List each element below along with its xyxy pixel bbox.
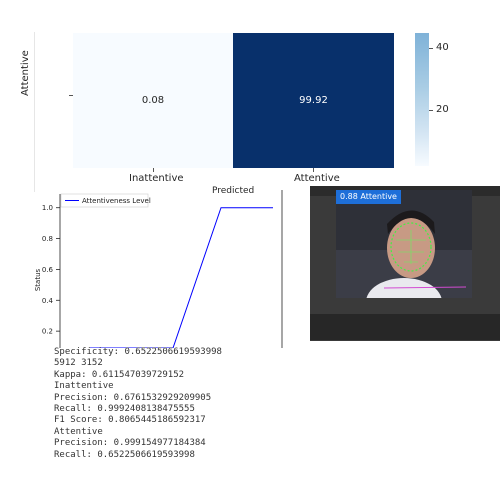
heatmap-cell-inattentive: 0.08 bbox=[73, 33, 233, 168]
heatmap-cell-attentive: 99.92 bbox=[233, 33, 394, 168]
heatmap-y-label: Attentive bbox=[20, 50, 31, 96]
heatmap-x-label-inattentive: Inattentive bbox=[129, 173, 184, 184]
metric-line: 5912 3152 bbox=[54, 358, 103, 369]
colorbar-label-20: 20 bbox=[436, 104, 449, 115]
metric-line: Precision: 0.6761532929209905 bbox=[54, 392, 212, 403]
legend: Attentiveness Level bbox=[60, 193, 151, 208]
y-axis-label: Status bbox=[34, 268, 42, 291]
face-mesh-image bbox=[336, 190, 472, 298]
colorbar-tick bbox=[429, 110, 433, 111]
metric-line: Kappa: 0.611547039729152 bbox=[54, 369, 185, 380]
webcam-frame bbox=[336, 190, 472, 298]
attentiveness-line-chart: 1.0 0.8 0.6 0.4 0.2 Status Attentiveness Lev… bbox=[34, 190, 283, 348]
colorbar-label-40: 40 bbox=[436, 42, 449, 53]
heatmap-colorbar bbox=[415, 33, 429, 166]
heatmap-x-tick bbox=[313, 168, 314, 172]
legend-label: Attentiveness Level bbox=[82, 197, 151, 205]
metric-line: Specificity: 0.6522506619593998 bbox=[54, 347, 222, 357]
series-line-attentiveness bbox=[90, 207, 273, 348]
metric-line: Precision: 0.999154977184384 bbox=[54, 438, 206, 449]
metric-line: F1 Score: 0.8065445186592317 bbox=[54, 415, 206, 426]
metric-line: Recall: 0.9992408138475555 bbox=[54, 404, 195, 415]
webcam-bottom-bar bbox=[310, 314, 500, 340]
heatmap-x-label-attentive: Attentive bbox=[294, 173, 340, 184]
y-tick-label: 0.4 bbox=[42, 297, 54, 305]
attention-prediction-badge: 0.88 Attentive bbox=[336, 190, 401, 204]
metric-line: Recall: 0.6522506619593998 bbox=[54, 449, 195, 460]
y-ticks: 1.0 0.8 0.6 0.4 0.2 bbox=[42, 204, 60, 336]
metrics-output: Specificity: 0.6522506619593998 5912 315… bbox=[54, 347, 222, 461]
metric-line: Attentive bbox=[54, 426, 103, 437]
heatmap-x-tick bbox=[153, 168, 154, 172]
y-tick-label: 1.0 bbox=[42, 204, 53, 212]
y-tick-label: 0.8 bbox=[42, 235, 53, 243]
colorbar-tick bbox=[429, 48, 433, 49]
panel-divider bbox=[34, 32, 35, 192]
y-tick-label: 0.2 bbox=[42, 328, 53, 336]
metric-line: Inattentive bbox=[54, 381, 114, 392]
y-tick-label: 0.6 bbox=[42, 266, 54, 274]
